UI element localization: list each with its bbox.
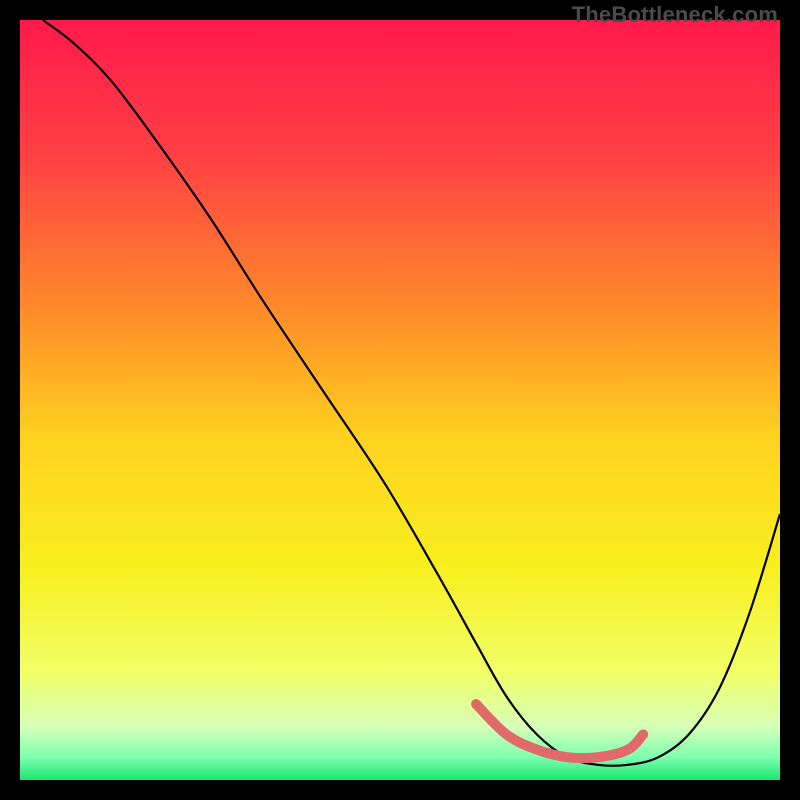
gradient-background [20, 20, 780, 780]
chart-frame [20, 20, 780, 780]
watermark-text: TheBottleneck.com [572, 2, 778, 28]
bottleneck-chart [20, 20, 780, 780]
